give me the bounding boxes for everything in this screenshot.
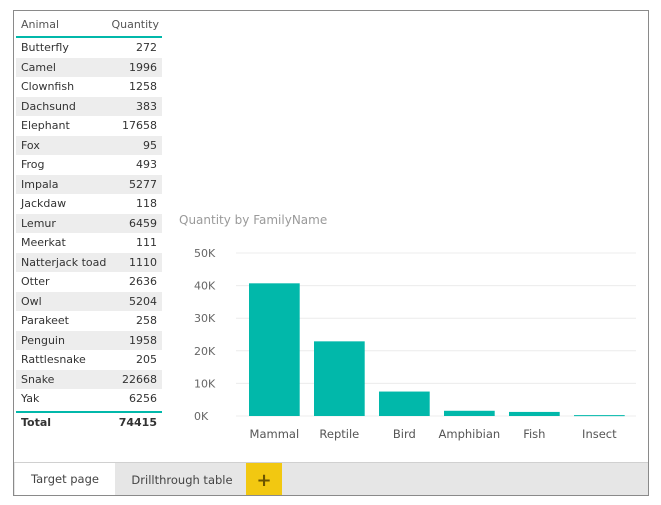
y-tick-label: 50K	[194, 247, 216, 260]
report-canvas: Animal Quantity Butterfly 272 Camel 1996 Clo…	[14, 11, 648, 462]
cell-quantity: 6459	[129, 216, 157, 230]
x-tick-label: Insect	[582, 427, 617, 441]
cell-quantity: 258	[136, 314, 157, 328]
cell-quantity: 493	[136, 158, 157, 172]
cell-quantity: 6256	[129, 392, 157, 406]
table-row[interactable]: Otter 2636	[16, 272, 162, 292]
cell-quantity: 272	[136, 41, 157, 55]
bar-fish[interactable]	[509, 411, 560, 416]
tab-target-page[interactable]: Target page	[15, 463, 115, 495]
cell-quantity: 1258	[129, 80, 157, 94]
cell-animal: Camel	[21, 60, 56, 74]
cell-quantity: 1996	[129, 60, 157, 74]
cell-quantity: 2636	[129, 275, 157, 289]
total-label: Total	[21, 416, 52, 429]
table-row[interactable]: Dachsund 383	[16, 96, 162, 116]
bar-mammal[interactable]	[249, 283, 300, 416]
table-row[interactable]: Butterfly 272	[16, 38, 162, 58]
cell-animal: Clownfish	[21, 80, 75, 94]
y-tick-label: 20K	[194, 345, 216, 358]
cell-quantity: 383	[136, 99, 157, 113]
cell-animal: Meerkat	[21, 236, 66, 250]
table-total-row: Total 74415	[16, 410, 162, 433]
page-tab-bar: Target page Drillthrough table +	[14, 462, 648, 495]
cell-animal: Owl	[21, 294, 42, 308]
bar-amphibian[interactable]	[444, 410, 495, 416]
column-header-animal[interactable]: Animal	[16, 18, 111, 31]
cell-quantity: 22668	[122, 372, 157, 386]
bar-bird[interactable]	[379, 391, 430, 416]
table-body: Butterfly 272 Camel 1996 Clownfish 1258 Dachsu…	[16, 38, 162, 409]
bar-reptile[interactable]	[314, 341, 365, 416]
x-tick-label: Reptile	[319, 427, 359, 441]
table-row[interactable]: Snake 22668	[16, 369, 162, 389]
cell-animal: Frog	[21, 158, 45, 172]
y-tick-label: 0K	[194, 410, 209, 423]
table-row[interactable]: Camel 1996	[16, 57, 162, 77]
x-tick-label: Fish	[523, 427, 545, 441]
cell-animal: Lemur	[21, 216, 56, 230]
animal-table[interactable]: Animal Quantity Butterfly 272 Camel 1996 Clo…	[16, 12, 162, 433]
cell-quantity: 1110	[129, 255, 157, 269]
cell-animal: Yak	[21, 392, 40, 406]
bar-chart[interactable]: 0K 10K 20K 30K 40K 50K Mammal Reptile Bird Amphib…	[174, 233, 644, 458]
x-tick-label: Mammal	[250, 427, 300, 441]
cell-animal: Snake	[21, 372, 55, 386]
chart-title: Quantity by FamilyName	[179, 213, 328, 227]
table-row[interactable]: Frog 493	[16, 155, 162, 175]
total-value: 74415	[118, 416, 157, 429]
table-row[interactable]: Owl 5204	[16, 291, 162, 311]
report-window: Animal Quantity Butterfly 272 Camel 1996 Clo…	[13, 10, 649, 496]
table-row[interactable]: Yak 6256	[16, 389, 162, 409]
cell-quantity: 118	[136, 197, 157, 211]
cell-animal: Jackdaw	[21, 197, 67, 211]
table-row[interactable]: Penguin 1958	[16, 330, 162, 350]
cell-animal: Fox	[21, 138, 40, 152]
y-tick-label: 30K	[194, 312, 216, 325]
table-row[interactable]: Lemur 6459	[16, 213, 162, 233]
cell-quantity: 111	[136, 236, 157, 250]
bar-insect[interactable]	[574, 415, 625, 417]
cell-animal: Dachsund	[21, 99, 76, 113]
cell-animal: Elephant	[21, 119, 70, 133]
x-tick-label: Bird	[393, 427, 416, 441]
table-row[interactable]: Clownfish 1258	[16, 77, 162, 97]
table-row[interactable]: Fox 95	[16, 135, 162, 155]
table-row[interactable]: Parakeet 258	[16, 311, 162, 331]
y-tick-label: 10K	[194, 377, 216, 390]
cell-quantity: 5204	[129, 294, 157, 308]
table-row[interactable]: Rattlesnake 205	[16, 350, 162, 370]
add-page-button[interactable]: +	[246, 463, 282, 495]
tab-drillthrough-table[interactable]: Drillthrough table	[122, 463, 242, 495]
table-row[interactable]: Jackdaw 118	[16, 194, 162, 214]
table-row[interactable]: Natterjack toad 1110	[16, 252, 162, 272]
y-tick-label: 40K	[194, 280, 216, 293]
table-header: Animal Quantity	[16, 12, 162, 38]
cell-animal: Penguin	[21, 333, 65, 347]
cell-animal: Impala	[21, 177, 59, 191]
cell-quantity: 1958	[129, 333, 157, 347]
cell-animal: Butterfly	[21, 41, 69, 55]
cell-quantity: 95	[143, 138, 157, 152]
table-row[interactable]: Elephant 17658	[16, 116, 162, 136]
cell-quantity: 205	[136, 353, 157, 367]
cell-quantity: 17658	[122, 119, 157, 133]
cell-animal: Rattlesnake	[21, 353, 86, 367]
cell-quantity: 5277	[129, 177, 157, 191]
cell-animal: Otter	[21, 275, 50, 289]
x-tick-label: Amphibian	[439, 427, 501, 441]
column-header-quantity[interactable]: Quantity	[111, 18, 162, 31]
cell-animal: Parakeet	[21, 314, 69, 328]
table-row[interactable]: Impala 5277	[16, 174, 162, 194]
table-row[interactable]: Meerkat 111	[16, 233, 162, 253]
cell-animal: Natterjack toad	[21, 255, 107, 269]
